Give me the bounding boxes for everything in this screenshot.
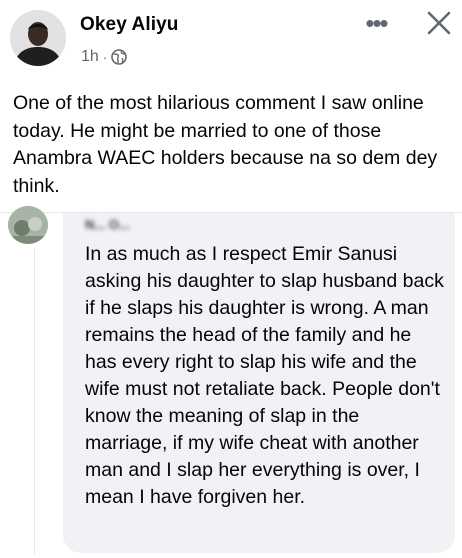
thread-line	[34, 248, 35, 554]
post-time[interactable]: 1h	[81, 48, 99, 66]
globe-icon[interactable]	[111, 49, 128, 65]
meta-separator: ·	[102, 49, 108, 65]
more-options-button[interactable]: •••	[360, 7, 392, 38]
close-icon	[427, 11, 451, 35]
avatar-photo	[10, 10, 66, 66]
post-card: Okey Aliyu 1h · ••• One of the most hila…	[0, 0, 462, 210]
author-avatar[interactable]	[10, 10, 66, 66]
comment-bubble: N... O... In as much as I respect Emir S…	[63, 213, 455, 553]
post-meta: 1h ·	[81, 47, 128, 67]
commenter-avatar[interactable]	[8, 206, 48, 244]
close-button[interactable]	[424, 8, 454, 38]
more-dots-icon: •••	[365, 7, 388, 38]
comment-text: In as much as I respect Emir Sanusi aski…	[85, 243, 444, 508]
commenter-avatar-photo	[8, 206, 48, 244]
commenter-name[interactable]: N... O...	[85, 217, 181, 233]
author-name[interactable]: Okey Aliyu	[80, 14, 179, 36]
post-text: One of the most hilarious comment I saw …	[13, 92, 438, 197]
